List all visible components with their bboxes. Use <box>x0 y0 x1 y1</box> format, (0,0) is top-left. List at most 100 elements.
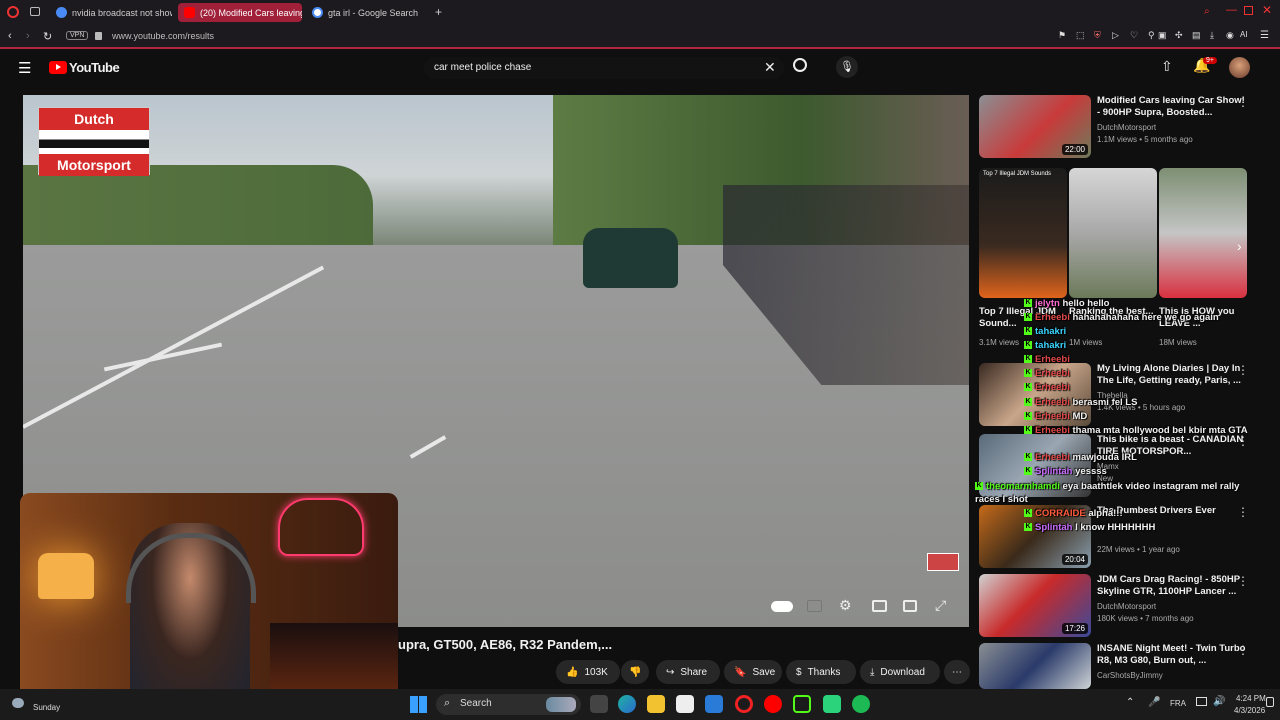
miniplayer-icon[interactable] <box>872 600 887 612</box>
recommendation-item[interactable]: My Living Alone Diaries | Day In The Lif… <box>979 363 1269 426</box>
rec-title[interactable]: Modified Cars leaving Car Show! - 900HP … <box>1097 95 1247 119</box>
url-field[interactable]: www.youtube.com/results <box>112 31 214 41</box>
close-window-button[interactable]: ✕ <box>1262 3 1272 17</box>
camera-icon[interactable]: ◉ <box>1226 30 1234 41</box>
snapshot-icon[interactable]: ⬚ <box>1076 30 1085 41</box>
avatar[interactable] <box>1229 57 1250 78</box>
dislike-button[interactable]: 👎 <box>621 660 649 684</box>
taskbar-search[interactable]: ⌕ Search <box>436 694 581 715</box>
forward-icon[interactable]: › <box>26 30 30 42</box>
short-thumbnail[interactable] <box>1069 168 1157 298</box>
hamburger-menu-icon[interactable]: ☰ <box>18 59 31 77</box>
rec-title[interactable]: JDM Cars Drag Racing! - 850HP Skyline GT… <box>1097 574 1247 598</box>
tab-youtube[interactable]: (20) Modified Cars leaving <box>178 3 302 22</box>
recommendation-item[interactable]: 22:00 Modified Cars leaving Car Show! - … <box>979 95 1269 158</box>
tab-nvidia[interactable]: nvidia broadcast not show <box>50 3 172 22</box>
weather-day[interactable]: Sunday <box>33 703 60 712</box>
more-options-icon[interactable]: ⋮ <box>1237 95 1249 109</box>
recommendation-item[interactable]: 17:26 JDM Cars Drag Racing! - 850HP Skyl… <box>979 574 1269 637</box>
tray-chevron-icon[interactable]: ⌃ <box>1126 697 1134 708</box>
puzzle-icon[interactable]: ✣ <box>1175 30 1183 41</box>
reload-icon[interactable]: ↻ <box>43 30 52 43</box>
store-icon[interactable] <box>676 695 694 713</box>
upload-icon[interactable]: ⇧ <box>1161 58 1173 75</box>
task-view-icon[interactable] <box>590 695 608 713</box>
vpn-badge[interactable]: VPN <box>66 31 89 40</box>
more-actions-button[interactable]: ⋯ <box>944 660 970 684</box>
shield-icon[interactable]: ⛨ <box>1094 30 1101 41</box>
rec-channel[interactable]: DutchMotorsport <box>1097 123 1156 132</box>
tray-mic-icon[interactable]: 🎤 <box>1148 697 1160 708</box>
more-options-icon[interactable]: ⋮ <box>1237 505 1249 519</box>
opera-logo-icon[interactable] <box>7 6 19 18</box>
file-explorer-icon[interactable] <box>647 695 665 713</box>
cast-icon[interactable] <box>903 600 917 612</box>
short-thumbnail[interactable] <box>1159 168 1247 298</box>
download-icon[interactable]: ⤓ <box>1210 30 1214 41</box>
mail-icon[interactable] <box>705 695 723 713</box>
video-thumbnail[interactable] <box>979 643 1091 689</box>
clear-search-icon[interactable]: ✕ <box>764 59 776 76</box>
menu-icon[interactable]: ☰ <box>1260 30 1269 41</box>
edge-icon[interactable] <box>618 695 636 713</box>
captions-icon[interactable] <box>807 600 822 612</box>
tab-google-search[interactable]: gta irl - Google Search <box>306 3 430 22</box>
more-options-icon[interactable]: ⋮ <box>1237 643 1249 657</box>
weather-icon[interactable] <box>12 698 24 708</box>
recommendation-item[interactable]: 20:04 The Dumbest Drivers Ever 22M views… <box>979 505 1269 568</box>
autoplay-toggle[interactable] <box>771 601 793 612</box>
youtube-logo-text[interactable]: YouTube <box>69 60 120 75</box>
search-tabs-icon[interactable]: ⌕ <box>1204 6 1210 17</box>
opera-icon[interactable] <box>735 695 753 713</box>
more-options-icon[interactable]: ⋮ <box>1237 434 1249 448</box>
language-indicator[interactable]: FRA <box>1170 699 1186 708</box>
network-icon[interactable] <box>1196 697 1207 706</box>
spotify-icon[interactable] <box>852 695 870 713</box>
like-button[interactable]: 👍 103K <box>556 660 620 684</box>
share-button[interactable]: ↪ Share <box>656 660 720 684</box>
start-button-icon[interactable] <box>410 696 427 713</box>
youtube-logo-icon[interactable] <box>49 61 67 74</box>
tabs-menu-icon[interactable] <box>30 7 40 16</box>
clock-time[interactable]: 4:24 PM <box>1236 694 1266 703</box>
minimize-button[interactable]: — <box>1226 4 1237 16</box>
recommendation-item[interactable]: INSANE Night Meet! - Twin Turbo R8, M3 G… <box>979 643 1269 689</box>
rec-channel[interactable]: CarShotsByJimmy <box>1097 671 1163 680</box>
search-button-icon[interactable] <box>793 58 807 72</box>
rec-title[interactable]: INSANE Night Meet! - Twin Turbo R8, M3 G… <box>1097 643 1247 667</box>
settings-gear-icon[interactable]: ⚙ <box>839 597 852 614</box>
more-options-icon[interactable]: ⋮ <box>1237 574 1249 588</box>
ai-button[interactable]: AI <box>1240 30 1248 39</box>
video-thumbnail[interactable]: 22:00 <box>979 95 1091 158</box>
fullscreen-icon[interactable]: ⤢ <box>935 597 946 614</box>
chat-app-icon[interactable] <box>823 695 841 713</box>
notification-center-icon[interactable] <box>1266 697 1274 707</box>
download-label: Download <box>880 666 925 678</box>
search-input[interactable]: car meet police chase <box>434 62 531 73</box>
back-icon[interactable]: ‹ <box>8 30 12 42</box>
search-box[interactable]: car meet police chase ✕ <box>424 57 784 79</box>
rec-channel[interactable]: DutchMotorsport <box>1097 602 1156 611</box>
youtube-app-icon[interactable] <box>764 695 782 713</box>
rec-title[interactable]: My Living Alone Diaries | Day In The Lif… <box>1097 363 1247 387</box>
new-tab-button[interactable]: + <box>435 5 442 19</box>
heart-icon[interactable]: ♡ <box>1130 30 1138 41</box>
volume-icon[interactable]: 🔊 <box>1213 696 1225 707</box>
kick-app-icon[interactable] <box>793 695 811 713</box>
chat-user: jelytn <box>1035 298 1060 309</box>
wallet-icon[interactable]: ▤ <box>1192 30 1201 41</box>
thanks-button[interactable]: $ Thanks <box>786 660 856 684</box>
download-button[interactable]: ⤓ Download <box>860 660 940 684</box>
video-thumbnail[interactable]: 17:26 <box>979 574 1091 637</box>
short-thumbnail[interactable]: Top 7 Illegal JDM Sounds <box>979 168 1067 298</box>
maximize-button[interactable] <box>1244 6 1253 15</box>
more-options-icon[interactable]: ⋮ <box>1237 363 1249 377</box>
next-arrow-icon[interactable]: › <box>1237 238 1242 254</box>
pin-icon[interactable]: ⚲ <box>1148 30 1155 41</box>
clock-date[interactable]: 4/3/2026 <box>1234 706 1265 715</box>
voice-search-icon[interactable]: 🎙 <box>836 56 858 78</box>
save-button[interactable]: 🔖 Save <box>724 660 782 684</box>
extension-icon[interactable]: ▣ <box>1158 30 1167 41</box>
bookmark-icon[interactable]: ⚑ <box>1058 30 1066 41</box>
play-icon[interactable]: ▷ <box>1112 30 1119 41</box>
